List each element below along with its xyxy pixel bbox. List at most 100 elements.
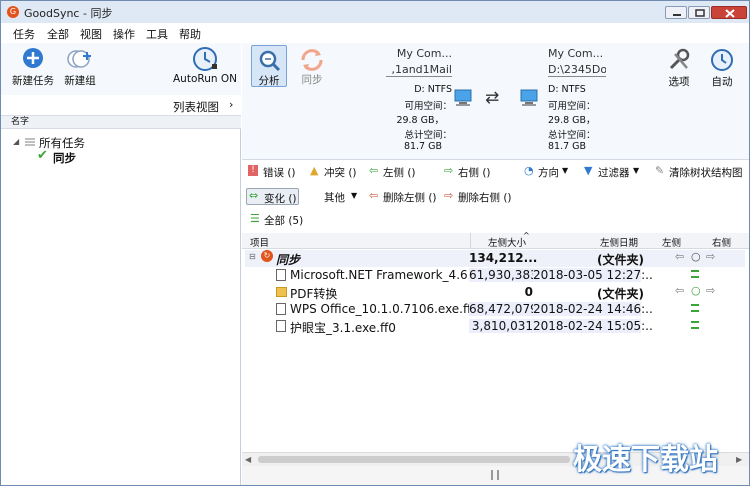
close-button[interactable] <box>711 6 747 19</box>
right-fs: D: NTFS <box>548 84 586 95</box>
maximize-button[interactable] <box>688 6 710 19</box>
column-item[interactable]: 项目 <box>250 235 269 249</box>
column-left[interactable]: 左侧 <box>662 235 681 249</box>
row-date: (文件夹) <box>597 253 644 267</box>
new-task-button[interactable]: 新建任务 <box>9 45 57 89</box>
tree-expand-icon[interactable]: ◢ <box>13 137 19 146</box>
maximize-icon <box>695 9 705 17</box>
left-free-label: 可用空间： <box>404 101 452 112</box>
column-left-size[interactable]: 左侧大小 <box>488 235 526 249</box>
tree-sync-task[interactable]: ✔ 同步 <box>37 148 237 165</box>
arrow-left-icon: ⇦ <box>369 164 379 177</box>
row-size: 61,930,383 <box>469 268 538 282</box>
delete-right-icon: ⇨ <box>444 189 454 202</box>
app-window: G GoodSync - 同步 任务 全部 视图 操作 工具 帮助 新建任务 新… <box>0 0 750 486</box>
menu-tools[interactable]: 工具 <box>146 26 168 42</box>
sync-direction-icon[interactable]: ⇄ <box>485 88 499 108</box>
right-computer-name[interactable]: My Com... <box>548 47 618 60</box>
menu-all[interactable]: 全部 <box>47 26 69 42</box>
equal-icon <box>691 304 699 312</box>
menu-task[interactable]: 任务 <box>13 26 35 42</box>
right-action-icon[interactable]: ⇨ <box>706 284 715 297</box>
minimize-icon <box>673 14 681 16</box>
new-group-button[interactable]: 新建组 <box>59 45 101 89</box>
close-icon <box>725 9 735 18</box>
scroll-thumb[interactable] <box>258 456 570 463</box>
resize-grip-icon[interactable] <box>491 470 499 480</box>
window-title: GoodSync - 同步 <box>24 7 113 20</box>
checkmark-icon: ✔ <box>37 148 48 163</box>
delete-left-icon: ⇦ <box>369 189 379 202</box>
column-left-date[interactable]: 左侧日期 <box>600 235 638 249</box>
filter-all-label: 全部 (5) <box>264 215 304 227</box>
new-task-label: 新建任务 <box>12 75 54 87</box>
scroll-left-icon[interactable]: ◀ <box>245 455 251 464</box>
folder-icon <box>276 287 287 297</box>
menu-view[interactable]: 视图 <box>80 26 102 42</box>
task-toolbar: 新建任务 新建组 AutoRun ON <box>1 43 241 95</box>
row-name: 同步 <box>276 253 301 267</box>
row-size: 68,472,079 <box>469 302 538 316</box>
equal-circle-icon[interactable]: ○ <box>691 250 701 263</box>
file-list-header: 项目 左侧大小 ^ 左侧日期 左侧 右侧 <box>242 231 749 249</box>
row-date: (文件夹) <box>597 287 644 301</box>
error-icon: ! <box>248 165 258 176</box>
funnel-icon: ▼ <box>584 164 593 177</box>
row-size: 0 <box>524 285 533 299</box>
auto-clock-icon <box>711 49 733 71</box>
collapse-icon[interactable]: ⊟ <box>249 252 256 261</box>
new-group-label: 新建组 <box>64 75 96 87</box>
options-button[interactable]: 选项 <box>661 45 697 88</box>
delete-left-label: 删除左侧 () <box>383 192 437 204</box>
list-icon: ☰ <box>250 212 260 225</box>
scroll-right-icon[interactable]: ▶ <box>736 455 742 464</box>
autorun-label: AutoRun ON <box>173 73 237 85</box>
left-total-value: 81.7 GB <box>403 141 442 152</box>
analyze-button[interactable]: 分析 <box>251 45 287 87</box>
goodsync-logo-icon: G <box>7 6 19 18</box>
auto-button[interactable]: 自动 <box>704 45 740 88</box>
sync-task-label: 同步 <box>53 151 76 165</box>
column-right[interactable]: 右侧 <box>712 235 731 249</box>
menu-help[interactable]: 帮助 <box>179 26 201 42</box>
analyze-magnifier-icon <box>259 50 281 71</box>
right-total-value: 81.7 GB <box>548 141 587 152</box>
sync-button[interactable]: 同步 <box>294 45 330 87</box>
conflict-icon: ▲ <box>310 164 319 177</box>
equal-circle-icon[interactable]: ○ <box>691 284 701 297</box>
sort-up-icon: ^ <box>523 231 530 240</box>
tree-name-header: 名字 <box>1 115 241 129</box>
left-action-icon[interactable]: ⇦ <box>675 284 684 297</box>
autorun-button[interactable]: AutoRun ON <box>173 45 237 89</box>
left-folder-path[interactable]: ,1and1Mail <box>386 63 452 77</box>
right-action-icon[interactable]: ⇨ <box>706 250 715 263</box>
table-row[interactable]: 护眼宝_3.1.exe.ff0 3,810,031 2018-02-24 15:… <box>245 318 745 335</box>
table-row[interactable]: Microsoft.NET Framework_4.6... 61,930,38… <box>245 267 745 284</box>
menu-action[interactable]: 操作 <box>113 26 135 42</box>
row-size: 3,810,031 <box>469 319 533 333</box>
table-row[interactable]: WPS Office_10.1.0.7106.exe.ff0 68,472,07… <box>245 301 745 318</box>
filter-changes[interactable]: ⇔ 变化 () <box>246 188 299 205</box>
right-folder-path[interactable]: D:\2345Do <box>548 63 606 77</box>
left-computer-icon <box>454 89 472 106</box>
dropdown-arrow-icon: ▼ <box>633 166 640 175</box>
analyze-label: 分析 <box>258 75 280 87</box>
list-view-toggle[interactable]: 列表视图 › <box>1 95 241 115</box>
column-divider <box>470 233 471 248</box>
row-size: 134,212... <box>469 251 538 265</box>
job-toolbar: 分析 同步 My Com... ,1and1Mail D: NTFS 可用空间：… <box>242 43 749 159</box>
left-computer-name[interactable]: My Com... <box>390 47 452 60</box>
changes-icon: ⇔ <box>249 189 259 202</box>
row-date: 2018-03-05 12:27:.. <box>533 268 653 282</box>
left-action-icon[interactable]: ⇦ <box>675 250 684 263</box>
table-row[interactable]: PDF转换 0 (文件夹) ⇦ ○ ⇨ <box>245 284 745 301</box>
row-name: PDF转换 <box>290 287 338 301</box>
direction-label: 方向 <box>538 167 559 179</box>
left-fs: D: NTFS <box>414 84 452 95</box>
dropdown-arrow-icon: ▼ <box>351 191 358 200</box>
divider <box>242 159 749 160</box>
minimize-button[interactable] <box>665 6 687 19</box>
filter-conflicts-label: 冲突 () <box>324 167 357 179</box>
row-date: 2018-02-24 14:46:.. <box>533 302 653 316</box>
table-row[interactable]: ⊟ ↻ 同步 134,212... (文件夹) ⇦ ○ ⇨ <box>245 250 745 267</box>
